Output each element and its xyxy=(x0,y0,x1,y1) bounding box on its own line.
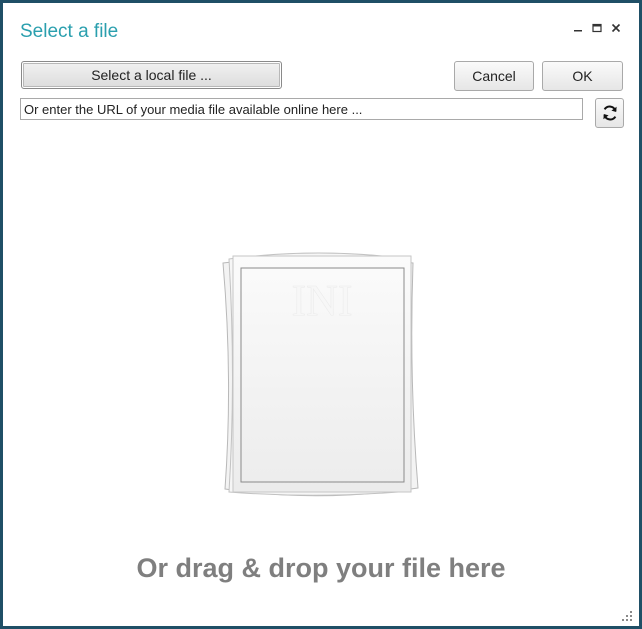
close-icon[interactable] xyxy=(609,21,623,35)
document-stack-icon: INI xyxy=(222,252,419,497)
drop-zone[interactable]: INI xyxy=(213,243,433,505)
ok-button[interactable]: OK xyxy=(542,61,623,91)
svg-text:INI: INI xyxy=(291,276,352,325)
refresh-button[interactable] xyxy=(595,98,624,128)
file-dialog: Select a file Select a local file ... Ca… xyxy=(0,0,642,629)
dialog-title: Select a file xyxy=(20,21,119,42)
refresh-icon xyxy=(602,105,617,121)
maximize-icon[interactable] xyxy=(590,21,604,35)
cancel-button[interactable]: Cancel xyxy=(454,61,534,91)
minimize-icon[interactable] xyxy=(571,21,585,35)
url-input[interactable] xyxy=(20,98,583,120)
drop-instructions: Or drag & drop your file here xyxy=(136,553,506,583)
resize-grip-icon[interactable] xyxy=(621,609,633,621)
select-local-file-button[interactable]: Select a local file ... xyxy=(21,61,282,89)
